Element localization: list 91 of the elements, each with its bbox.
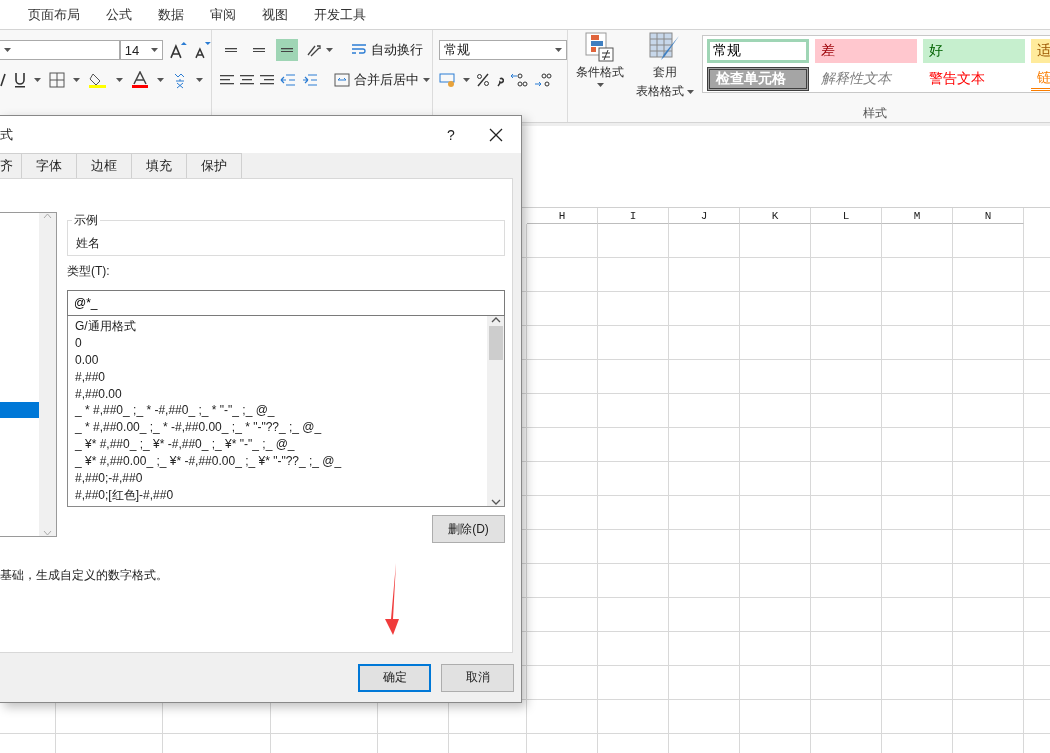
sample-value: 姓名 bbox=[76, 236, 100, 250]
scroll-down-icon bbox=[490, 498, 501, 506]
sample-label: 示例 bbox=[73, 212, 99, 229]
dialog-title: 式 bbox=[0, 125, 14, 144]
align-right-icon bbox=[260, 75, 274, 85]
column-header[interactable]: M bbox=[882, 208, 953, 224]
caret-icon bbox=[555, 48, 562, 52]
scroll-thumb[interactable] bbox=[488, 326, 503, 360]
table-format-button[interactable]: 套用 表格格式 bbox=[632, 30, 698, 104]
column-header[interactable]: L bbox=[811, 208, 882, 224]
format-item[interactable]: _ ¥* #,##0.00_ ;_ ¥* -#,##0.00_ ;_ ¥* "-"??_ ;_ @_ bbox=[75, 453, 342, 470]
format-item[interactable]: G/通用格式 bbox=[75, 318, 136, 335]
scroll-down-icon bbox=[43, 530, 52, 536]
column-header[interactable]: I bbox=[598, 208, 669, 224]
vertical-align-button[interactable] bbox=[276, 39, 298, 61]
font-color-icon bbox=[131, 71, 149, 89]
caret-icon bbox=[687, 89, 694, 94]
merge-center-button[interactable]: 合并后居中 bbox=[332, 69, 432, 91]
percent-icon bbox=[476, 73, 490, 87]
decrease-indent-icon bbox=[280, 73, 296, 87]
cell-style-item[interactable]: 适 bbox=[1031, 39, 1050, 63]
format-item[interactable]: #,##0.00 bbox=[75, 385, 122, 403]
column-header[interactable]: J bbox=[669, 208, 740, 224]
border-icon bbox=[49, 72, 65, 88]
caret-icon bbox=[34, 78, 41, 82]
increase-indent-icon bbox=[302, 73, 318, 87]
category-list[interactable] bbox=[0, 212, 57, 537]
ribbon-tab[interactable]: 公式 bbox=[93, 0, 145, 30]
align-lines-icon bbox=[253, 47, 265, 53]
dialog-tab[interactable]: 保护 bbox=[186, 153, 242, 178]
format-item[interactable]: _ * #,##0.00_ ;_ * -#,##0.00_ ;_ * "-"??_ ;_ @_ bbox=[75, 419, 322, 437]
type-label: 类型(T): bbox=[67, 264, 110, 278]
align-lines-icon bbox=[225, 47, 237, 53]
underline-icon bbox=[14, 72, 26, 88]
format-item[interactable]: #,##0 bbox=[75, 368, 106, 386]
group-label: 样式 bbox=[862, 105, 888, 122]
increase-decimal-icon bbox=[510, 72, 528, 88]
cell-style-item[interactable]: 常规 bbox=[707, 39, 809, 63]
ribbon-tab[interactable]: 开发工具 bbox=[301, 0, 379, 30]
caret-icon bbox=[423, 78, 430, 82]
format-item[interactable]: #,##0;[红色]-#,##0 bbox=[75, 486, 174, 504]
format-list[interactable] bbox=[67, 316, 505, 507]
font-size-combo[interactable]: 14 bbox=[119, 40, 164, 60]
align-lines-icon bbox=[281, 47, 293, 53]
caret-icon bbox=[463, 78, 470, 82]
ok-button[interactable]: 确定 bbox=[358, 663, 431, 692]
scroll-up-icon bbox=[43, 213, 52, 219]
italic-icon bbox=[0, 73, 6, 87]
decrease-decimal-icon bbox=[534, 72, 552, 88]
caret-icon bbox=[196, 78, 203, 82]
format-item[interactable]: _ * #,##0_ ;_ * -#,##0_ ;_ * "-"_ ;_ @_ bbox=[75, 402, 275, 420]
align-center-icon bbox=[240, 75, 254, 85]
type-input-field[interactable]: @*_ bbox=[67, 290, 505, 316]
format-item[interactable]: #,##0;-#,##0 bbox=[75, 470, 143, 487]
close-icon bbox=[489, 127, 503, 142]
ribbon-tab[interactable]: 数据 bbox=[145, 0, 197, 30]
cell-style-item[interactable]: 差 bbox=[815, 39, 917, 63]
scroll-up-icon bbox=[490, 316, 501, 324]
accounting-icon bbox=[439, 72, 457, 88]
ribbon-tab[interactable]: 页面布局 bbox=[20, 0, 93, 30]
format-item[interactable]: 0 bbox=[75, 334, 82, 352]
column-header[interactable]: N bbox=[953, 208, 1024, 224]
caret-icon bbox=[116, 78, 123, 82]
cancel-button[interactable]: 取消 bbox=[441, 663, 514, 692]
align-left-icon bbox=[220, 75, 234, 85]
wrap-text-button[interactable]: 自动换行 bbox=[349, 39, 425, 61]
caret-icon bbox=[4, 48, 11, 52]
column-header[interactable]: H bbox=[527, 208, 598, 224]
orientation-icon bbox=[306, 43, 322, 57]
number-format-combo[interactable]: 常规 bbox=[439, 40, 567, 60]
caret-icon bbox=[596, 83, 604, 87]
cell-style-item[interactable]: 好 bbox=[923, 39, 1025, 63]
fill-color-icon bbox=[88, 71, 108, 89]
merge-cells-icon bbox=[334, 73, 350, 87]
conditional-format-button[interactable]: 条件格式 bbox=[572, 30, 628, 104]
wrap-text-icon bbox=[351, 43, 367, 57]
shrink-font-icon bbox=[193, 41, 211, 59]
caret-icon bbox=[157, 78, 164, 82]
grow-font-icon bbox=[169, 41, 188, 59]
format-item[interactable]: 0.00 bbox=[75, 351, 99, 369]
caret-icon bbox=[73, 78, 80, 82]
column-header[interactable]: K bbox=[740, 208, 811, 224]
caret-icon bbox=[326, 48, 333, 52]
dialog-tab[interactable]: 齐 bbox=[0, 153, 22, 178]
format-item[interactable]: _ ¥* #,##0_ ;_ ¥* -#,##0_ ;_ ¥* "-"_ ;_ @_ bbox=[75, 436, 295, 454]
ribbon-tab[interactable]: 视图 bbox=[249, 0, 301, 30]
help-button[interactable]: ? bbox=[431, 126, 471, 143]
caret-icon bbox=[151, 48, 159, 52]
description-text: 基础，生成自定义的数字格式。 bbox=[0, 568, 168, 582]
ribbon-tab[interactable]: 审阅 bbox=[197, 0, 249, 30]
delete-button[interactable]: 删除(D) bbox=[432, 515, 505, 543]
